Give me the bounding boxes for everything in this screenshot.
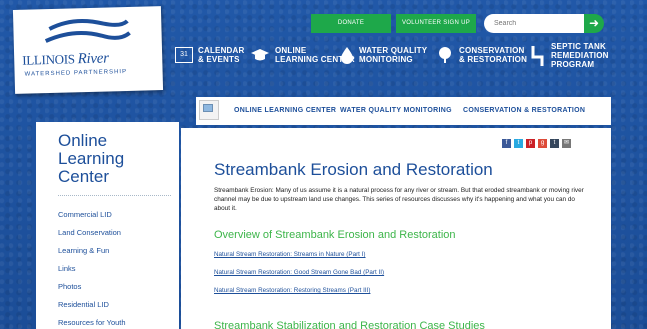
tumblr-icon[interactable]: t xyxy=(550,139,559,148)
logo-subtitle: WATERSHED PARTNERSHIP xyxy=(24,68,128,78)
sidebar-item-land-conservation[interactable]: Land Conservation xyxy=(58,228,121,237)
nav-label: CONSERVATION & RESTORATION xyxy=(459,46,528,64)
sidebar-item-residential-lid[interactable]: Residential LID xyxy=(58,300,109,309)
sidebar: Online Learning Center Commercial LID La… xyxy=(36,122,179,329)
nav-septic-tank-remediation[interactable]: SEPTIC TANK REMEDIATION PROGRAM xyxy=(530,42,609,69)
section-heading-overview: Overview of Streambank Erosion and Resto… xyxy=(214,229,456,241)
tree-icon xyxy=(439,47,451,63)
pipe-icon xyxy=(531,45,544,66)
resource-link[interactable]: Natural Stream Restoration: Restoring St… xyxy=(214,287,370,294)
volunteer-signup-button[interactable]: VOLUNTEER SIGN UP xyxy=(396,14,476,33)
graduation-cap-icon xyxy=(251,49,269,61)
googleplus-icon[interactable]: g xyxy=(538,139,547,148)
twitter-icon[interactable]: t xyxy=(514,139,523,148)
sidebar-item-learning-fun[interactable]: Learning & Fun xyxy=(58,246,109,255)
site-logo[interactable]: ILLINOIS River WATERSHED PARTNERSHIP xyxy=(12,6,164,94)
sidebar-item-links[interactable]: Links xyxy=(58,264,76,273)
sidebar-item-resources-youth[interactable]: Resources for Youth xyxy=(58,318,126,327)
nav-water-quality-monitoring[interactable]: WATER QUALITY MONITORING xyxy=(340,46,427,64)
pinterest-icon[interactable]: p xyxy=(526,139,535,148)
section-heading-case-studies: Streambank Stabilization and Restoration… xyxy=(214,320,485,329)
sidebar-title: Online Learning Center xyxy=(58,131,125,186)
resource-link[interactable]: Natural Stream Restoration: Good Stream … xyxy=(214,269,384,276)
page-title: Streambank Erosion and Restoration xyxy=(214,160,493,179)
search-submit-button[interactable]: ➜ xyxy=(584,14,604,33)
nav-label: WATER QUALITY MONITORING xyxy=(359,46,428,64)
sidebar-item-photos[interactable]: Photos xyxy=(58,282,81,291)
secondary-nav-online-learning[interactable]: ONLINE LEARNING CENTER xyxy=(234,107,336,114)
secondary-nav-conservation[interactable]: CONSERVATION & RESTORATION xyxy=(463,107,585,114)
email-icon[interactable]: ✉ xyxy=(562,139,571,148)
river-wave-icon xyxy=(44,18,131,43)
resource-link[interactable]: Natural Stream Restoration: Streams in N… xyxy=(214,251,366,258)
logo-title: ILLINOIS River xyxy=(22,50,109,68)
main-content: f t p g t ✉ Streambank Erosion and Restoratio… xyxy=(181,128,611,329)
sidebar-item-commercial-lid[interactable]: Commercial LID xyxy=(58,210,112,219)
facebook-icon[interactable]: f xyxy=(502,139,511,148)
secondary-nav-bar: ONLINE LEARNING CENTER WATER QUALITY MON… xyxy=(196,97,611,125)
intro-paragraph: Streambank Erosion: Many of us assume it… xyxy=(214,187,584,212)
donate-button[interactable]: DONATE xyxy=(311,14,391,33)
search-input[interactable] xyxy=(484,14,588,33)
sidebar-divider xyxy=(58,195,171,196)
calendar-icon: 31 xyxy=(175,47,193,63)
nav-label: CALENDAR & EVENTS xyxy=(198,46,245,64)
nav-calendar-events[interactable]: 31 CALENDAR & EVENTS xyxy=(175,46,245,64)
water-drop-icon xyxy=(341,47,353,64)
nav-label: SEPTIC TANK REMEDIATION PROGRAM xyxy=(551,42,609,69)
broken-image-icon xyxy=(199,100,219,120)
secondary-nav-water-quality[interactable]: WATER QUALITY MONITORING xyxy=(340,107,452,114)
nav-conservation-restoration[interactable]: CONSERVATION & RESTORATION xyxy=(436,46,527,64)
